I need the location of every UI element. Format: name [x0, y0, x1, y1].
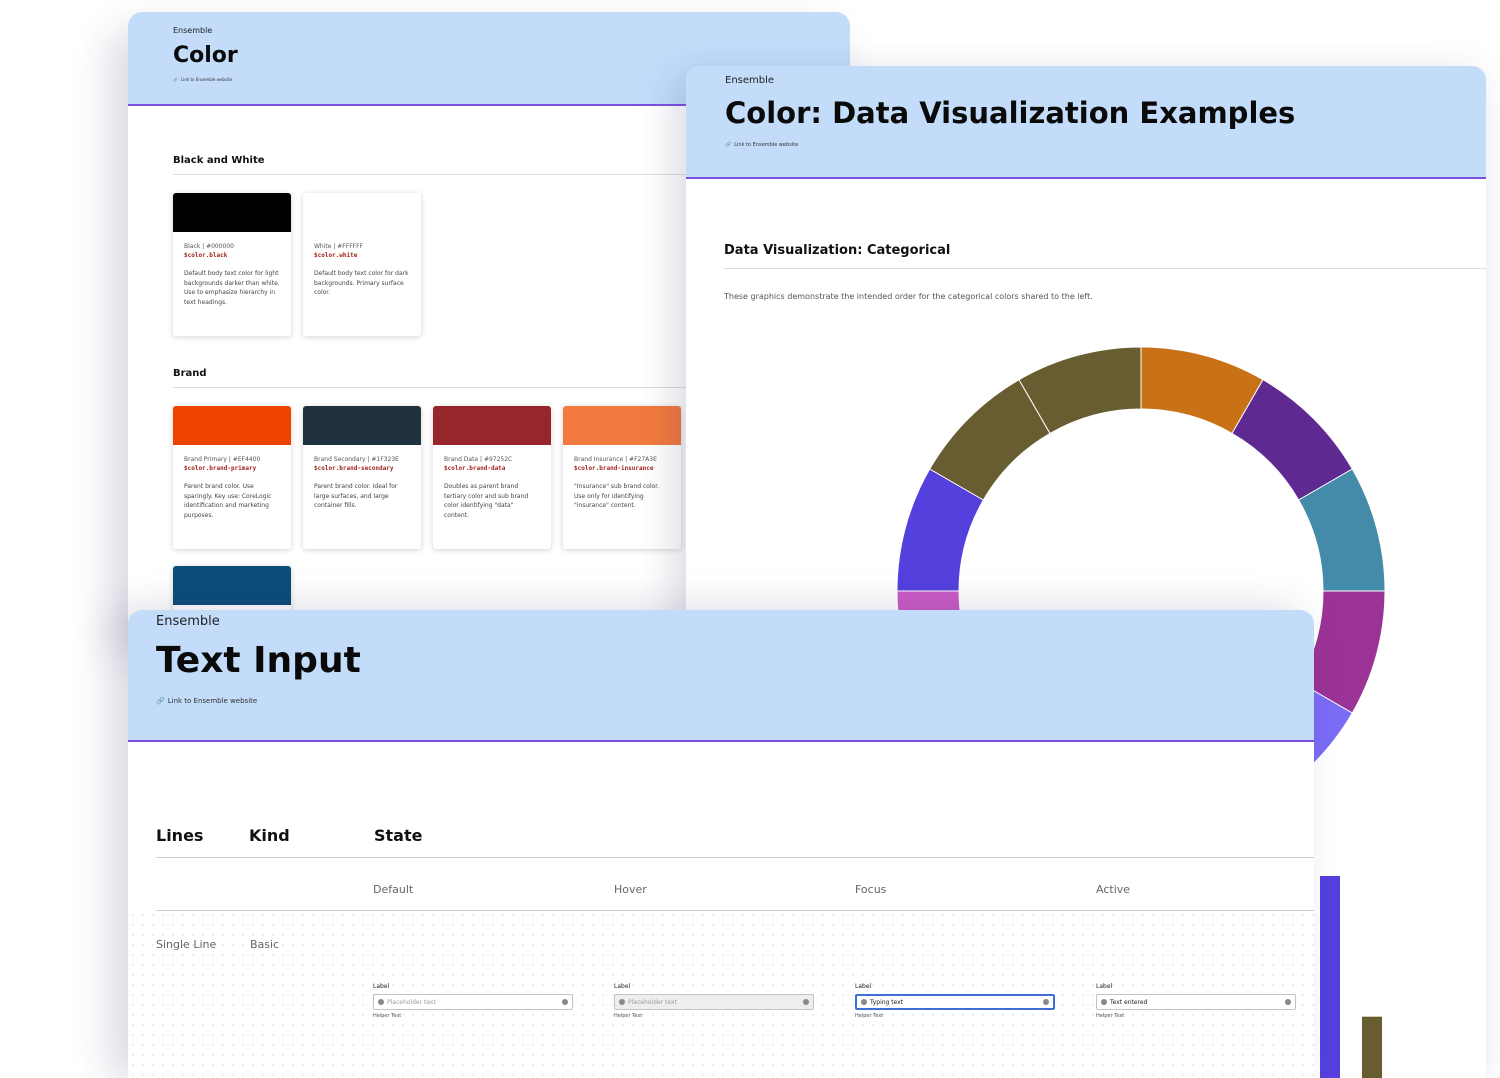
swatch-desc: "Insurance" sub brand color. Use only fo…: [574, 483, 660, 509]
swatch-desc: Parent brand color. Use sparingly. Key u…: [184, 483, 272, 519]
swatch-card-brand-insurance: Brand Insurance | #F27A3E $color.brand-i…: [563, 406, 681, 549]
field-label: Label: [373, 983, 390, 990]
swatch-token: $color.brand-insurance: [574, 465, 654, 472]
eyebrow: Ensemble: [156, 614, 220, 629]
row-label-kind: Basic: [250, 938, 280, 951]
clear-icon[interactable]: [1043, 999, 1049, 1005]
swatch-desc: Doubles as parent brand tertiary color a…: [444, 483, 529, 519]
swatch-desc: Parent brand color. Ideal for large surf…: [314, 483, 398, 509]
clear-icon[interactable]: [1285, 999, 1291, 1005]
text-field-focus: Label Typing text Helper Text: [855, 983, 1055, 1019]
swatch-card-brand-data: Brand Data | #97252C $color.brand-data D…: [433, 406, 551, 549]
field-label: Label: [855, 983, 872, 990]
ensemble-link[interactable]: 🔗 Link to Ensemble website: [156, 697, 257, 705]
divider: [724, 268, 1486, 269]
state-label-active: Active: [1096, 883, 1131, 896]
swatch-color: [303, 406, 421, 445]
swatch-card-white: White | #FFFFFF $color.white Default bod…: [303, 193, 421, 336]
dataviz-panel-header: Ensemble Color: Data Visualization Examp…: [686, 66, 1486, 179]
text-input[interactable]: Text entered: [1096, 994, 1296, 1010]
input-text: Typing text: [870, 998, 904, 1006]
bar: [1362, 1016, 1382, 1078]
divider: [173, 387, 733, 388]
helper-text: Helper Text: [855, 1013, 884, 1019]
swatch-desc: Default body text color for dark backgro…: [314, 270, 409, 296]
swatch-card-brand-secondary: Brand Secondary | #1F323E $color.brand-s…: [303, 406, 421, 549]
swatch-color: [563, 406, 681, 445]
ensemble-link[interactable]: 🔗 Link to Ensemble website: [173, 77, 232, 82]
section-description: These graphics demonstrate the intended …: [724, 292, 1093, 301]
bar: [1320, 876, 1340, 1078]
text-input[interactable]: Placeholder text: [614, 994, 814, 1010]
input-text: Placeholder text: [387, 998, 436, 1006]
ensemble-link[interactable]: 🔗 Link to Ensemble website: [725, 142, 798, 148]
divider: [156, 910, 1314, 911]
text-field-active: Label Text entered Helper Text: [1096, 983, 1296, 1019]
clear-icon[interactable]: [562, 999, 568, 1005]
field-label: Label: [1096, 983, 1113, 990]
swatch-token: $color.brand-primary: [184, 465, 257, 472]
text-field-hover: Label Placeholder text Helper Text: [614, 983, 814, 1019]
link-label: Link to Ensemble website: [734, 142, 799, 148]
swatch-color: [173, 566, 291, 605]
field-label: Label: [614, 983, 631, 990]
link-label: Link to Ensemble website: [167, 697, 258, 705]
swatch-name: Brand Insurance | #F27A3E: [574, 456, 657, 463]
state-label-default: Default: [373, 883, 414, 896]
swatch-color: [433, 406, 551, 445]
column-header-kind: Kind: [249, 826, 290, 845]
swatch-token: $color.brand-secondary: [314, 465, 394, 472]
swatch-token: $color.black: [184, 252, 228, 259]
page-title: Text Input: [156, 640, 361, 681]
link-label: Link to Ensemble website: [180, 77, 233, 82]
helper-text: Helper Text: [373, 1013, 402, 1019]
bar-chart: [1320, 876, 1382, 1078]
helper-text: Helper Text: [614, 1013, 643, 1019]
row-label-lines: Single Line: [156, 938, 217, 951]
helper-text: Helper Text: [1096, 1013, 1125, 1019]
eyebrow: Ensemble: [173, 26, 213, 35]
link-icon: 🔗: [173, 77, 178, 82]
section-title-black-white: Black and White: [173, 155, 265, 166]
swatch-name: Brand Data | #97252C: [444, 456, 513, 463]
swatch-color: [173, 406, 291, 445]
swatch-name: Black | #000000: [184, 243, 235, 250]
swatch-token: $color.brand-data: [444, 465, 506, 472]
swatch-name: White | #FFFFFF: [314, 243, 364, 250]
text-input[interactable]: Placeholder text: [373, 994, 573, 1010]
globe-icon: [861, 999, 867, 1005]
text-input-panel-header: Ensemble Text Input 🔗 Link to Ensemble w…: [128, 610, 1314, 742]
state-label-focus: Focus: [855, 883, 887, 896]
clear-icon[interactable]: [803, 999, 809, 1005]
column-header-state: State: [374, 826, 423, 845]
input-text: Placeholder text: [628, 998, 677, 1006]
swatch-name: Brand Primary | #EF4400: [184, 456, 261, 463]
swatch-desc: Default body text color for light backgr…: [184, 270, 280, 306]
state-label-hover: Hover: [614, 883, 647, 896]
eyebrow: Ensemble: [725, 75, 775, 86]
text-input[interactable]: Typing text: [855, 994, 1055, 1010]
swatch-color: [303, 193, 421, 232]
globe-icon: [1101, 999, 1107, 1005]
section-title-categorical: Data Visualization: Categorical: [724, 243, 951, 258]
divider: [156, 857, 1314, 858]
link-icon: 🔗: [725, 142, 732, 148]
globe-icon: [619, 999, 625, 1005]
swatch-card-black: Black | #000000 $color.black Default bod…: [173, 193, 291, 336]
swatch-card-brand-primary: Brand Primary | #EF4400 $color.brand-pri…: [173, 406, 291, 549]
divider: [173, 174, 733, 175]
section-title-brand: Brand: [173, 368, 207, 379]
page-title: Color: [173, 43, 238, 68]
swatch-token: $color.white: [314, 252, 358, 259]
page-title: Color: Data Visualization Examples: [725, 96, 1296, 130]
text-field-default: Label Placeholder text Helper Text: [373, 983, 573, 1019]
globe-icon: [378, 999, 384, 1005]
link-icon: 🔗: [156, 697, 165, 705]
input-text: Text entered: [1110, 998, 1148, 1006]
swatch-name: Brand Secondary | #1F323E: [314, 456, 399, 463]
column-header-lines: Lines: [156, 826, 204, 845]
text-input-panel: Ensemble Text Input 🔗 Link to Ensemble w…: [128, 610, 1314, 1078]
swatch-color: [173, 193, 291, 232]
